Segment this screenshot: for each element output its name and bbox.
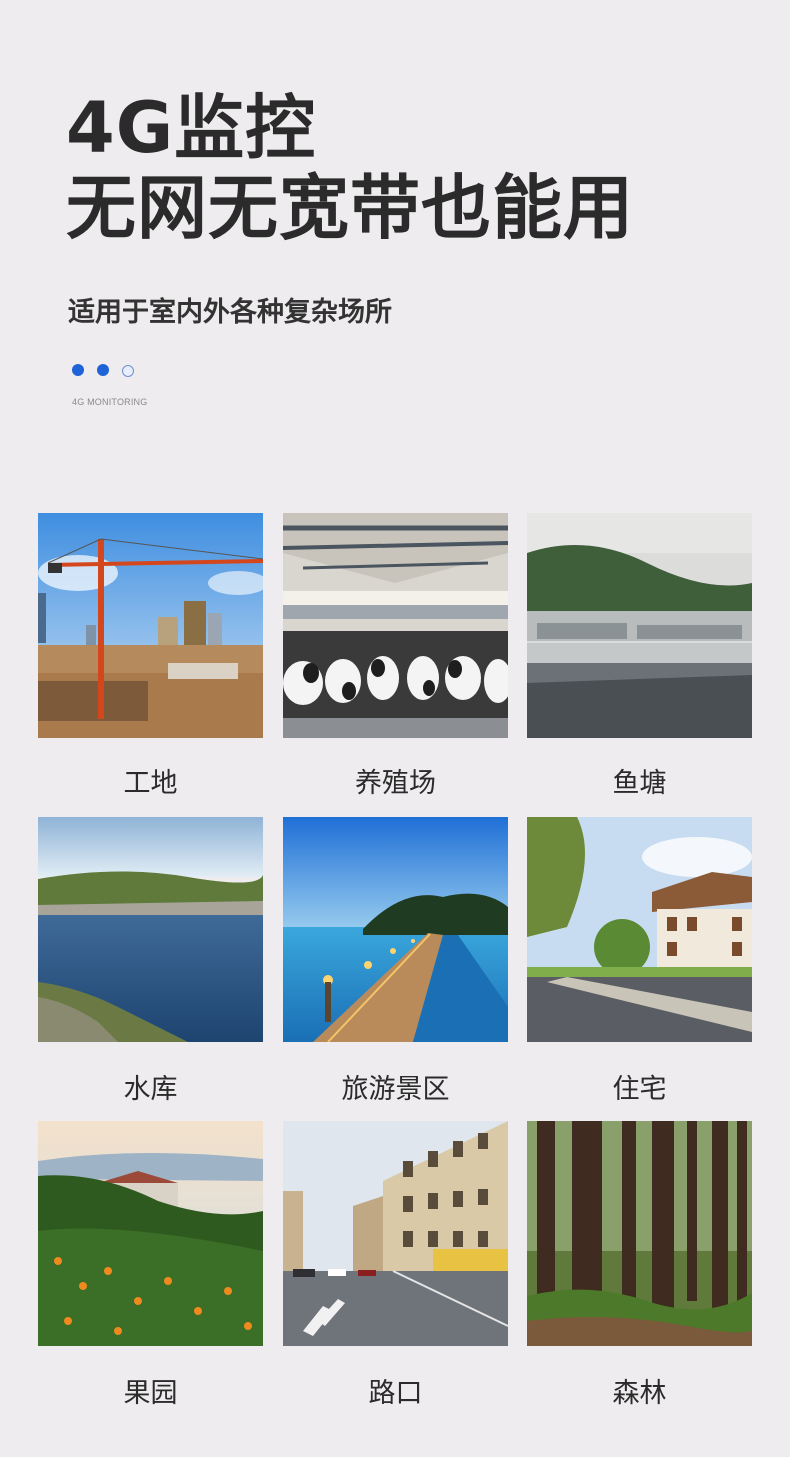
scene-label-orchard: 果园 bbox=[123, 1378, 178, 1409]
scene-label-scenic-area: 旅游景区 bbox=[341, 1074, 450, 1105]
scene-image-intersection bbox=[283, 1121, 508, 1346]
scene-image-scenic-area bbox=[283, 817, 508, 1042]
title-line-2: 无网无宽带也能用 bbox=[66, 167, 634, 249]
scene-label-reservoir: 水库 bbox=[123, 1074, 178, 1105]
scene-image-farm bbox=[283, 513, 508, 738]
indicator-dot-3 bbox=[122, 365, 134, 377]
tagline: 4G MONITORING bbox=[72, 397, 148, 407]
scene-label-intersection: 路口 bbox=[368, 1378, 423, 1409]
scene-label-fish-pond: 鱼塘 bbox=[612, 768, 667, 799]
scene-label-residence: 住宅 bbox=[612, 1074, 667, 1105]
scene-label-forest: 森林 bbox=[612, 1378, 667, 1409]
scene-image-orchard bbox=[38, 1121, 263, 1346]
title-line-1: 4G监控 bbox=[66, 87, 317, 169]
scene-image-reservoir bbox=[38, 817, 263, 1042]
scene-image-fish-pond bbox=[527, 513, 752, 738]
scene-image-construction-site bbox=[38, 513, 263, 738]
indicator-dot-1 bbox=[72, 364, 84, 376]
indicator-dot-2 bbox=[97, 364, 109, 376]
scene-label-construction-site: 工地 bbox=[123, 768, 178, 799]
scene-image-forest bbox=[527, 1121, 752, 1346]
scene-label-farm: 养殖场 bbox=[355, 768, 436, 799]
subtitle: 适用于室内外各种复杂场所 bbox=[68, 297, 392, 328]
scene-image-residence bbox=[527, 817, 752, 1042]
